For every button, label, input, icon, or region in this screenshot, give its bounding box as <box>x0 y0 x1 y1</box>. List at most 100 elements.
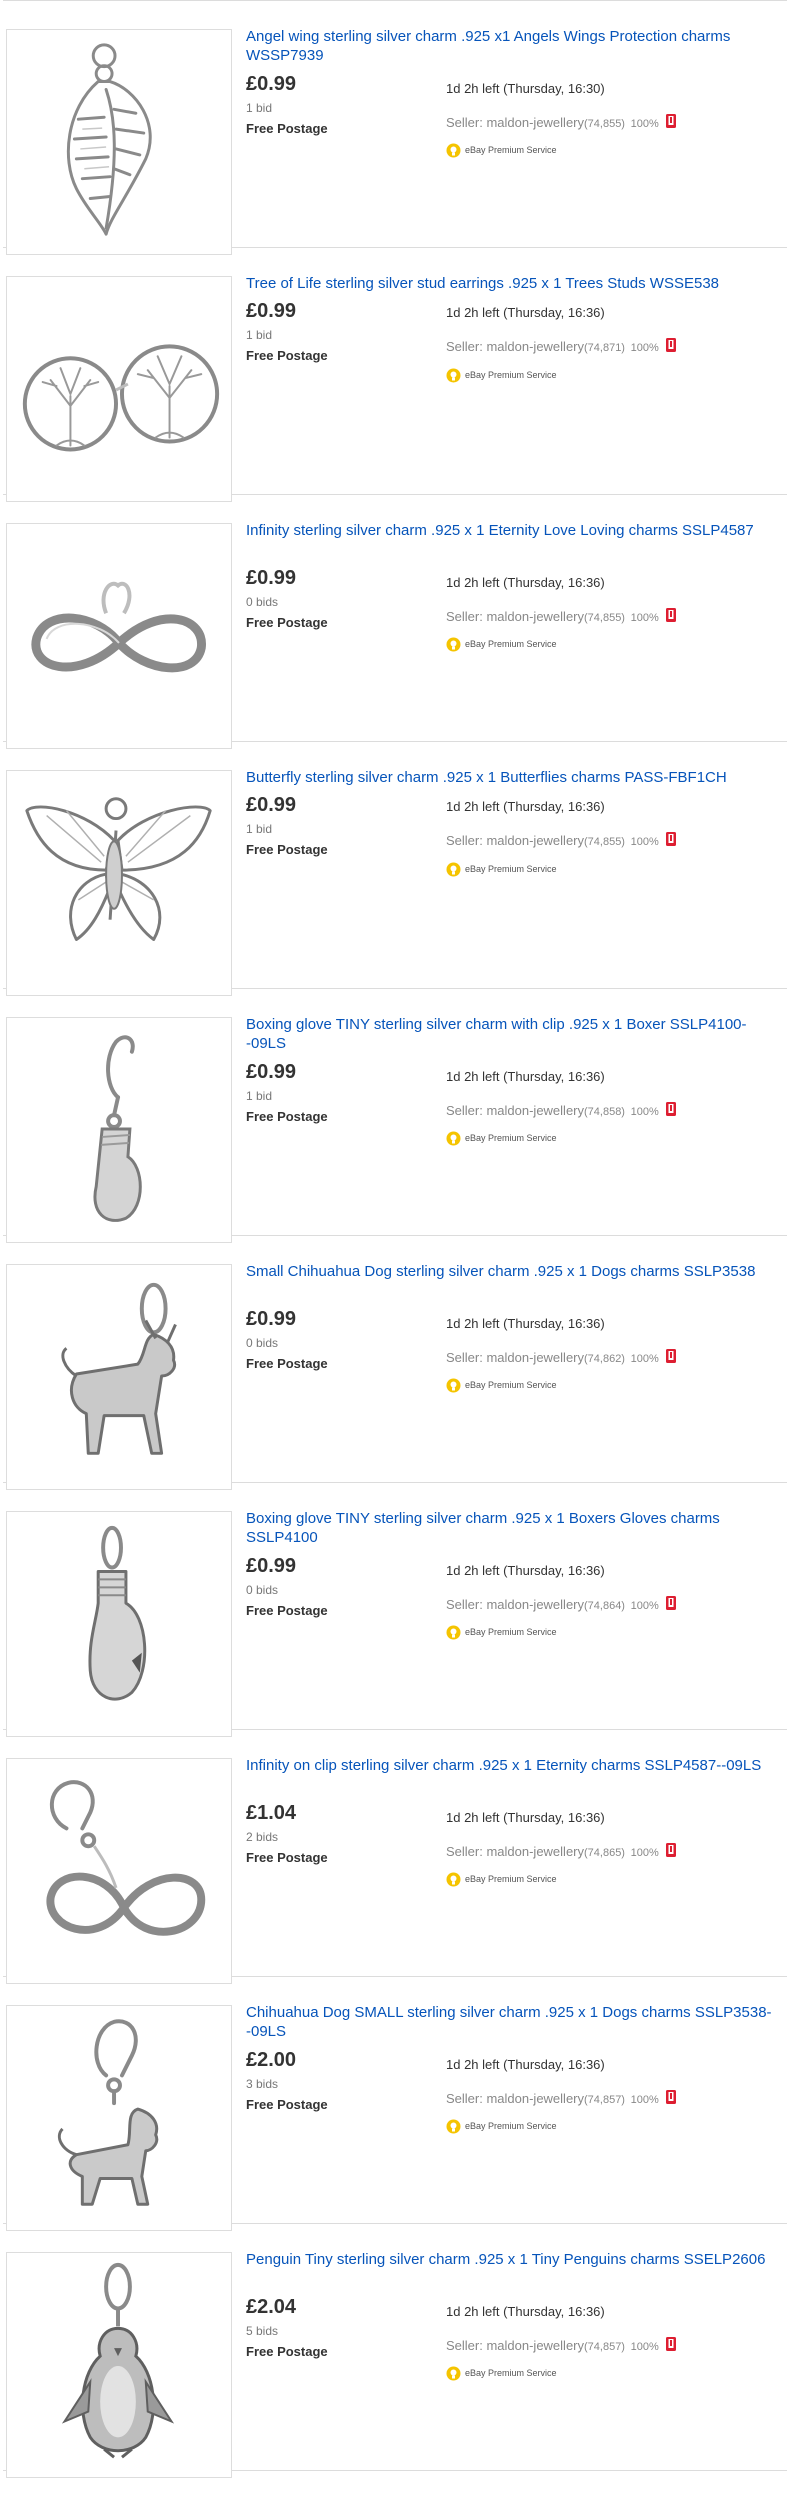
item-image[interactable] <box>6 523 232 749</box>
premium-service: eBay Premium Service <box>446 637 557 652</box>
premium-service-icon <box>446 1131 461 1146</box>
seller-label: Seller: maldon-jewellery <box>446 1844 584 1859</box>
listing-price: £0.99 <box>246 794 297 816</box>
feedback-count: (74,862) <box>584 1353 625 1365</box>
item-image[interactable] <box>6 1017 232 1243</box>
top-rated-seller-icon <box>665 1595 676 1610</box>
listing-title-link[interactable]: Infinity sterling silver charm .925 x 1 … <box>246 521 781 540</box>
item-image[interactable] <box>6 276 232 502</box>
bid-count: 3 bids <box>246 2077 279 2091</box>
premium-service: eBay Premium Service <box>446 2119 557 2134</box>
listing-title-link[interactable]: Boxing glove TINY sterling silver charm … <box>246 1015 781 1053</box>
premium-service-icon <box>446 637 461 652</box>
top-rated-seller-icon <box>665 2089 676 2104</box>
premium-service: eBay Premium Service <box>446 143 557 158</box>
time-left: 1d 2h left (Thursday, 16:36) <box>446 2057 605 2072</box>
top-rated-seller-icon <box>665 113 676 128</box>
seller-info: Seller: maldon-jewellery(74,855) 100% <box>446 831 677 850</box>
listing-item: Butterfly sterling silver charm .925 x 1… <box>3 742 787 996</box>
positive-feedback-percent: 100% <box>630 612 659 624</box>
item-image[interactable] <box>6 2005 232 2231</box>
item-image[interactable] <box>6 2252 232 2478</box>
listing-item: Chihuahua Dog SMALL sterling silver char… <box>3 1977 787 2231</box>
chihuahua-charm-icon <box>61 1282 177 1455</box>
item-image[interactable] <box>6 1511 232 1737</box>
listing-title-link[interactable]: Tree of Life sterling silver stud earrin… <box>246 274 781 293</box>
positive-feedback-percent: 100% <box>630 836 659 848</box>
positive-feedback-percent: 100% <box>630 1600 659 1612</box>
feedback-count: (74,855) <box>584 836 625 848</box>
positive-feedback-percent: 100% <box>630 1353 659 1365</box>
tree-of-life-earrings-icon <box>22 344 220 452</box>
postage-label: Free Postage <box>246 842 328 857</box>
premium-service-label: eBay Premium Service <box>465 1379 557 1390</box>
top-rated-seller-icon <box>665 831 676 846</box>
seller-info: Seller: maldon-jewellery(74,857) 100% <box>446 2336 677 2355</box>
feedback-count: (74,855) <box>584 612 625 624</box>
seller-label: Seller: maldon-jewellery <box>446 2338 584 2353</box>
listing-price: £0.99 <box>246 73 297 95</box>
positive-feedback-percent: 100% <box>630 1847 659 1859</box>
listing-price: £2.00 <box>246 2049 297 2071</box>
premium-service-label: eBay Premium Service <box>465 1132 557 1143</box>
premium-service: eBay Premium Service <box>446 862 557 877</box>
premium-service-label: eBay Premium Service <box>465 1626 557 1637</box>
listing-title-link[interactable]: Small Chihuahua Dog sterling silver char… <box>246 1262 781 1281</box>
listing-price: £2.04 <box>246 2296 297 2318</box>
top-rated-seller-icon <box>665 1348 676 1363</box>
postage-label: Free Postage <box>246 1356 328 1371</box>
listing-title-link[interactable]: Penguin Tiny sterling silver charm .925 … <box>246 2250 781 2269</box>
listing-title-link[interactable]: Infinity on clip sterling silver charm .… <box>246 1756 781 1775</box>
boxing-glove-charm-icon <box>88 1525 147 1701</box>
listing-price: £0.99 <box>246 1308 297 1330</box>
listing-price: £0.99 <box>246 567 297 589</box>
premium-service: eBay Premium Service <box>446 368 557 383</box>
seller-label: Seller: maldon-jewellery <box>446 833 584 848</box>
postage-label: Free Postage <box>246 615 328 630</box>
time-left: 1d 2h left (Thursday, 16:36) <box>446 575 605 590</box>
boxing-glove-clip-charm-icon <box>93 1035 142 1222</box>
seller-info: Seller: maldon-jewellery(74,864) 100% <box>446 1595 677 1614</box>
premium-service-label: eBay Premium Service <box>465 638 557 649</box>
top-rated-seller-icon <box>665 337 676 352</box>
premium-service-label: eBay Premium Service <box>465 369 557 380</box>
premium-service-icon <box>446 368 461 383</box>
bid-count: 0 bids <box>246 1336 279 1350</box>
listing-title-link[interactable]: Angel wing sterling silver charm .925 x1… <box>246 27 781 65</box>
top-rated-seller-icon <box>665 607 676 622</box>
positive-feedback-percent: 100% <box>630 2341 659 2353</box>
listing-price: £0.99 <box>246 300 297 322</box>
premium-service: eBay Premium Service <box>446 1625 557 1640</box>
listing-item: Tree of Life sterling silver stud earrin… <box>3 248 787 502</box>
top-rated-seller-icon <box>665 1842 676 1857</box>
premium-service-label: eBay Premium Service <box>465 863 557 874</box>
listing-title-link[interactable]: Chihuahua Dog SMALL sterling silver char… <box>246 2003 781 2041</box>
item-image[interactable] <box>6 1264 232 1490</box>
postage-label: Free Postage <box>246 1850 328 1865</box>
premium-service-icon <box>446 1872 461 1887</box>
listing-title-link[interactable]: Boxing glove TINY sterling silver charm … <box>246 1509 781 1547</box>
seller-label: Seller: maldon-jewellery <box>446 115 584 130</box>
item-image[interactable] <box>6 29 232 255</box>
premium-service-icon <box>446 1625 461 1640</box>
item-image[interactable] <box>6 770 232 996</box>
postage-label: Free Postage <box>246 121 328 136</box>
seller-label: Seller: maldon-jewellery <box>446 1103 584 1118</box>
premium-service-label: eBay Premium Service <box>465 144 557 155</box>
time-left: 1d 2h left (Thursday, 16:36) <box>446 2304 605 2319</box>
item-image[interactable] <box>6 1758 232 1984</box>
feedback-count: (74,864) <box>584 1600 625 1612</box>
postage-label: Free Postage <box>246 2097 328 2112</box>
listing-item: Penguin Tiny sterling silver charm .925 … <box>3 2224 787 2478</box>
feedback-count: (74,857) <box>584 2341 625 2353</box>
time-left: 1d 2h left (Thursday, 16:30) <box>446 81 605 96</box>
bid-count: 1 bid <box>246 1089 273 1103</box>
bid-count: 0 bids <box>246 1583 279 1597</box>
postage-label: Free Postage <box>246 1109 328 1124</box>
listing-item: Boxing glove TINY sterling silver charm … <box>3 989 787 1243</box>
listing-title-link[interactable]: Butterfly sterling silver charm .925 x 1… <box>246 768 781 787</box>
seller-info: Seller: maldon-jewellery(74,855) 100% <box>446 607 677 626</box>
bid-count: 1 bid <box>246 101 273 115</box>
penguin-charm-icon <box>61 2262 175 2459</box>
positive-feedback-percent: 100% <box>630 118 659 130</box>
